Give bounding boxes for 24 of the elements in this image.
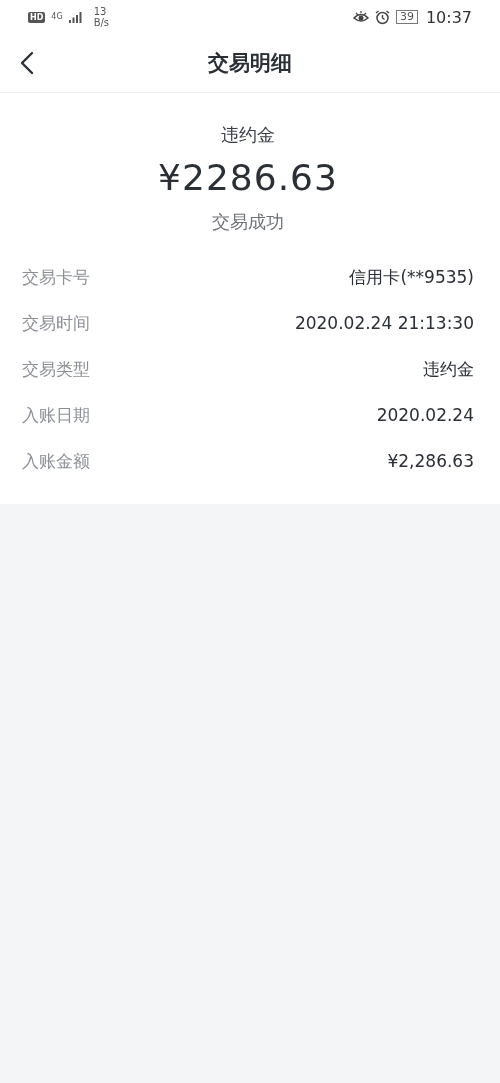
page-title: 交易明细 [208, 50, 292, 77]
transaction-amount: ¥2286.63 [158, 157, 338, 198]
detail-label: 交易类型 [22, 357, 90, 381]
transaction-type: 违约金 [221, 123, 275, 147]
transaction-status: 交易成功 [212, 210, 284, 234]
speed-unit: B/s [93, 17, 110, 28]
alarm-icon [374, 9, 390, 25]
clock-time: 10:37 [425, 7, 472, 27]
detail-label: 交易卡号 [22, 265, 90, 289]
signal-icon [68, 11, 82, 23]
detail-value: 2020.02.24 [376, 405, 474, 425]
detail-value: 信用卡(**9535) [349, 265, 474, 289]
speed-value: 13 [93, 6, 108, 17]
back-icon[interactable] [20, 51, 34, 75]
battery-indicator: 39 [395, 10, 418, 24]
detail-value: ¥2,286.63 [387, 451, 474, 471]
eye-icon [352, 11, 369, 23]
hd-badge: HD [28, 11, 46, 23]
detail-label: 交易时间 [22, 311, 90, 335]
detail-label: 入账日期 [22, 403, 90, 427]
network-type: 4G [51, 12, 63, 21]
detail-value: 2020.02.24 21:13:30 [294, 313, 474, 333]
detail-label: 入账金额 [22, 449, 90, 473]
detail-value: 违约金 [423, 357, 474, 381]
